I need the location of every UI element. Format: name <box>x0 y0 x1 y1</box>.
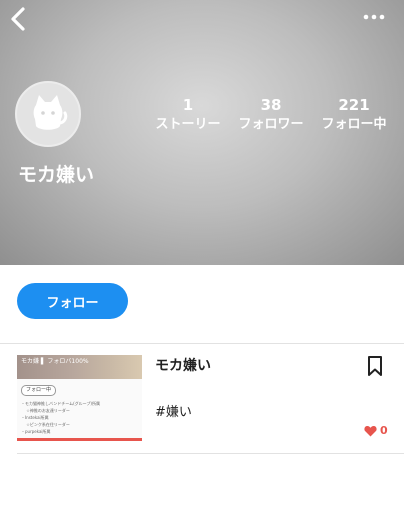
more-options-button[interactable] <box>362 8 386 26</box>
stat-label: フォロワー <box>238 117 304 132</box>
like-button[interactable]: 0 <box>364 424 388 437</box>
story-title[interactable]: モカ嫌い <box>155 355 211 375</box>
thumbnail-line: ・Instekai所属 <box>21 415 49 420</box>
thumbnail-badge: フォロー中 <box>21 385 57 396</box>
stat-value: 221 <box>338 96 370 114</box>
stat-value: 38 <box>260 96 282 114</box>
follow-button[interactable]: フォロー <box>17 283 128 319</box>
profile-username: モカ嫌い <box>18 164 95 186</box>
heart-icon <box>364 425 377 436</box>
story-hashtag[interactable]: #嫌い <box>155 401 192 420</box>
bookmark-button[interactable] <box>366 355 384 377</box>
stat-value: 1 <box>182 96 194 114</box>
divider <box>17 453 404 454</box>
bookmark-icon <box>368 356 382 376</box>
stat-label: フォロー中 <box>321 117 387 132</box>
back-chevron-icon <box>11 7 25 31</box>
stat-label: ストーリー <box>155 117 221 132</box>
profile-header: 1 ストーリー 38 フォロワー 221 フォロー中 モカ嫌い <box>0 0 404 265</box>
avatar[interactable] <box>15 81 81 147</box>
thumbnail-line: ☆神推のお友達リーダー <box>21 408 70 413</box>
story-thumbnail[interactable]: モカ嫌 ▌ フォロバ100% フォロー中 ・モカ猫神推しバンドチーム(グループ)… <box>17 355 142 441</box>
more-dots-icon <box>363 14 385 20</box>
thumbnail-banner: モカ嫌 ▌ フォロバ100% <box>17 355 142 379</box>
thumbnail-line: ☆ピンク系在住リーダー <box>21 422 70 427</box>
thumbnail-banner-text: モカ嫌 ▌ フォロバ100% <box>21 358 89 365</box>
stat-stories[interactable]: 1 ストーリー <box>150 96 226 134</box>
thumbnail-text: ・モカ猫神推しバンドチーム(グループ)所属 ☆神推のお友達リーダー ・Inste… <box>21 400 100 435</box>
stat-followers[interactable]: 38 フォロワー <box>233 96 309 134</box>
cat-avatar-icon <box>33 95 68 130</box>
stat-following[interactable]: 221 フォロー中 <box>316 96 392 134</box>
thumbnail-line: ・モカ猫神推しバンドチーム(グループ)所属 <box>21 401 100 406</box>
thumbnail-accent-bar <box>17 438 142 441</box>
back-button[interactable] <box>8 6 30 32</box>
story-card[interactable]: モカ嫌 ▌ フォロバ100% フォロー中 ・モカ猫神推しバンドチーム(グループ)… <box>0 344 404 454</box>
thumbnail-line: ・purpekai所属 <box>21 429 51 434</box>
like-count: 0 <box>380 424 388 437</box>
